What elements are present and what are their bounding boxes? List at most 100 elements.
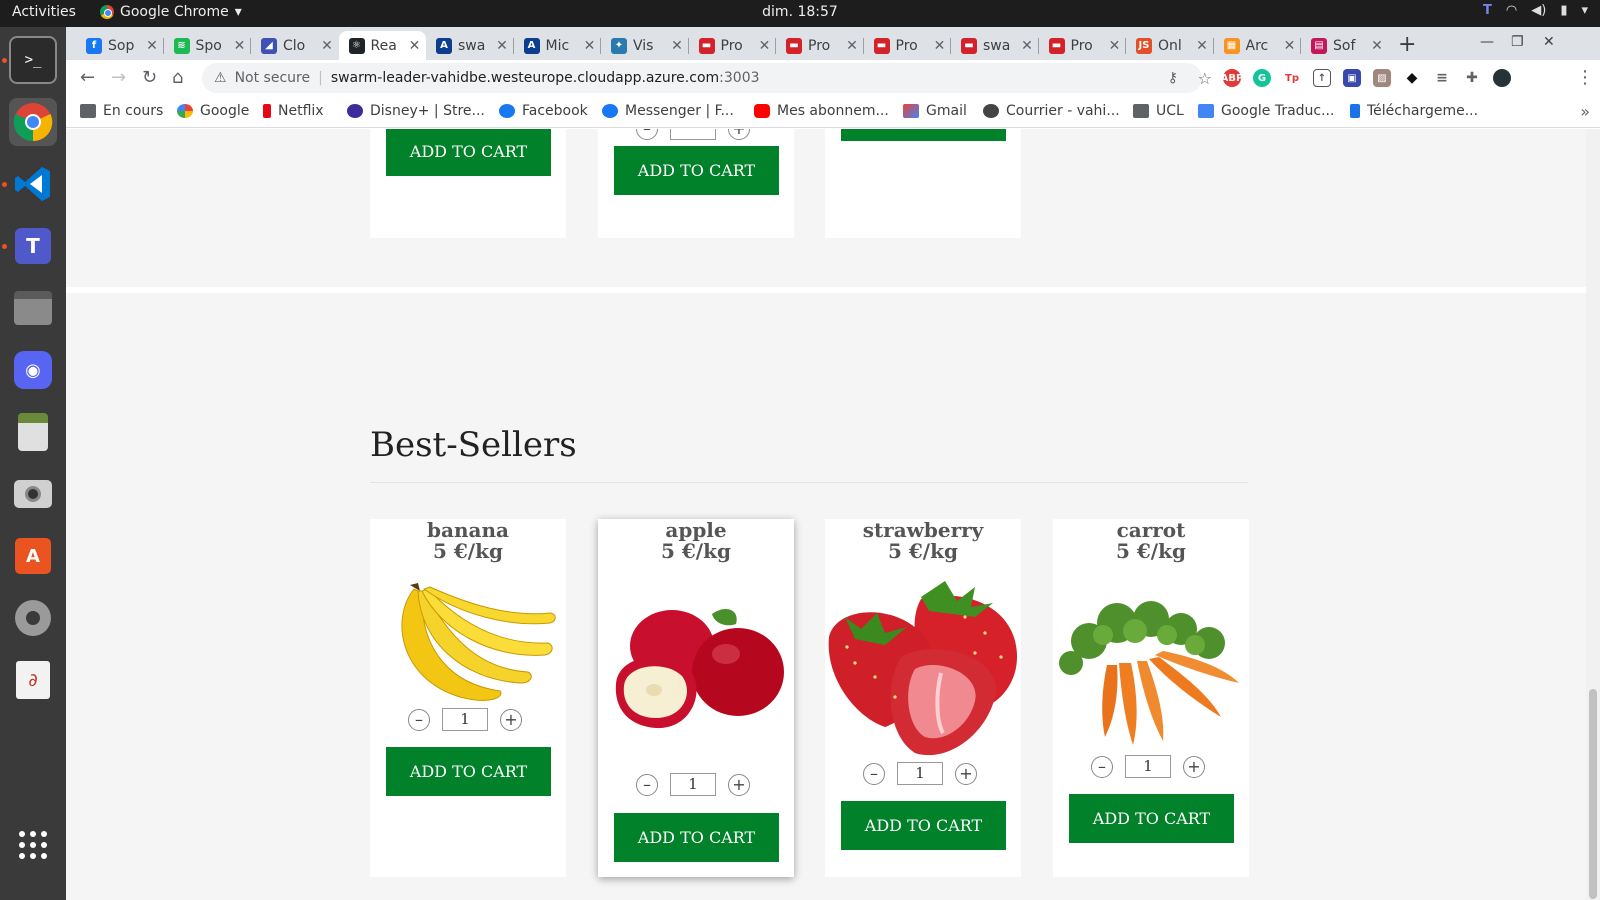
- decrement-button[interactable]: –: [636, 129, 658, 140]
- tab-4[interactable]: Aswa ✕: [426, 31, 513, 60]
- decrement-button[interactable]: –: [863, 762, 885, 785]
- app-menu[interactable]: Google Chrome ▾: [100, 4, 242, 20]
- minimize-icon[interactable]: —: [1480, 34, 1494, 50]
- add-to-cart-button[interactable]: ADD TO CART: [614, 146, 779, 195]
- sliders-extension-icon[interactable]: ≡: [1433, 69, 1451, 87]
- tab-close-icon[interactable]: ✕: [1368, 38, 1386, 54]
- decrement-button[interactable]: –: [1091, 755, 1113, 778]
- tab-close-icon[interactable]: ✕: [1018, 38, 1036, 54]
- tab-1[interactable]: ≋ Spo ✕: [164, 31, 251, 60]
- quantity-stepper[interactable]: – 1 +: [1091, 755, 1205, 778]
- grammarly-icon[interactable]: G: [1253, 69, 1271, 87]
- close-window-icon[interactable]: ✕: [1543, 34, 1555, 50]
- terminal-icon[interactable]: >_: [9, 36, 57, 84]
- restore-icon[interactable]: ❐: [1511, 34, 1524, 50]
- upload-extension-icon[interactable]: ↑: [1313, 69, 1331, 87]
- chrome-menu-icon[interactable]: ⋮: [1576, 67, 1594, 88]
- key-icon[interactable]: ⚷: [1168, 70, 1178, 86]
- security-label[interactable]: Not secure: [235, 70, 311, 86]
- increment-button[interactable]: +: [1183, 755, 1205, 778]
- home-icon[interactable]: ⌂: [172, 67, 183, 88]
- bookmark-item[interactable]: UCL: [1133, 103, 1184, 119]
- quantity-stepper[interactable]: – 1 +: [408, 708, 522, 731]
- bookmark-item[interactable]: Mes abonnem...: [754, 103, 889, 119]
- url-text[interactable]: swarm-leader-vahidbe.westeurope.cloudapp…: [331, 70, 719, 86]
- bookmark-item[interactable]: Courrier - vahi...: [983, 103, 1120, 119]
- tab-12[interactable]: JS Onl ✕: [1126, 31, 1213, 60]
- quantity-stepper[interactable]: – +: [636, 129, 750, 140]
- tab-close-icon[interactable]: ✕: [931, 38, 949, 54]
- bookmark-item[interactable]: Google: [177, 103, 249, 119]
- battery-icon[interactable]: ▮: [1560, 3, 1567, 18]
- tab-close-icon[interactable]: ✕: [668, 38, 686, 54]
- more-bookmarks-icon[interactable]: »: [1580, 102, 1590, 121]
- bookmark-item[interactable]: En cours: [80, 103, 163, 119]
- tab-8[interactable]: ▬ Pro ✕: [776, 31, 863, 60]
- calculator-icon[interactable]: [9, 408, 57, 456]
- quantity-input[interactable]: 1: [897, 762, 943, 785]
- tab-close-icon[interactable]: ✕: [318, 38, 336, 54]
- screen-extension-icon[interactable]: ▣: [1343, 69, 1361, 87]
- quantity-input[interactable]: 1: [670, 773, 716, 796]
- bookmark-item[interactable]: Facebook: [499, 103, 588, 119]
- discord-icon[interactable]: ◉: [9, 346, 57, 394]
- fish-extension-icon[interactable]: ◆: [1403, 69, 1421, 87]
- decrement-button[interactable]: –: [636, 773, 658, 796]
- teams-tray-icon[interactable]: T: [1483, 3, 1492, 18]
- system-tray[interactable]: T ◠ ◀) ▮ ▾: [1483, 3, 1588, 18]
- tab-close-icon[interactable]: ✕: [581, 38, 599, 54]
- bookmark-item[interactable]: Gmail: [903, 103, 967, 119]
- power-menu-icon[interactable]: ▾: [1581, 3, 1588, 18]
- add-to-cart-button[interactable]: ADD TO CART: [841, 801, 1006, 850]
- tab-13[interactable]: ▦ Arc ✕: [1214, 31, 1301, 60]
- quantity-input[interactable]: 1: [442, 708, 488, 731]
- page-scrollbar[interactable]: [1586, 129, 1600, 900]
- bookmark-item[interactable]: Messenger | F...: [602, 103, 734, 119]
- quantity-stepper[interactable]: – 1 +: [863, 762, 977, 785]
- adblock-icon[interactable]: ABP: [1221, 69, 1243, 87]
- wifi-icon[interactable]: ◠: [1506, 3, 1517, 18]
- address-bar[interactable]: ⚠ Not secure | swarm-leader-vahidbe.west…: [202, 63, 1212, 93]
- tab-14[interactable]: ▤ Sof ✕: [1301, 31, 1388, 60]
- url-port[interactable]: :3003: [719, 70, 759, 86]
- tp-extension-icon[interactable]: Tp: [1283, 69, 1301, 87]
- vscode-icon[interactable]: [9, 160, 57, 208]
- increment-button[interactable]: +: [500, 708, 522, 731]
- bookmark-star-icon[interactable]: ☆: [1198, 69, 1212, 88]
- tab-9[interactable]: ▬ Pro ✕: [864, 31, 951, 60]
- volume-icon[interactable]: ◀): [1531, 3, 1546, 18]
- tab-6[interactable]: ✦ Vis ✕: [601, 31, 688, 60]
- new-tab-button[interactable]: +: [1398, 32, 1416, 57]
- back-icon[interactable]: ←: [80, 67, 95, 88]
- tab-close-icon[interactable]: ✕: [1106, 38, 1124, 54]
- tab-2[interactable]: ◢ Clo ✕: [251, 31, 338, 60]
- decrement-button[interactable]: –: [408, 708, 430, 731]
- tab-7[interactable]: ▬ Pro ✕: [689, 31, 776, 60]
- warning-icon[interactable]: ⚠: [214, 70, 227, 86]
- tab-close-icon[interactable]: ✕: [756, 38, 774, 54]
- quantity-stepper[interactable]: – 1 +: [636, 773, 750, 796]
- tab-3[interactable]: ⚛ Rea ✕: [338, 31, 426, 60]
- tab-close-icon[interactable]: ✕: [1193, 38, 1211, 54]
- teams-icon[interactable]: T: [9, 222, 57, 270]
- forward-icon[interactable]: →: [111, 67, 126, 88]
- chrome-dock-icon[interactable]: [9, 98, 57, 146]
- tab-0[interactable]: f Sop ✕: [76, 31, 163, 60]
- show-applications-icon[interactable]: [9, 821, 57, 869]
- add-to-cart-button[interactable]: ADD TO CART: [614, 813, 779, 862]
- tab-5[interactable]: A Mic ✕: [514, 31, 601, 60]
- bookmark-item[interactable]: Téléchargeme...: [1350, 103, 1478, 119]
- increment-button[interactable]: +: [728, 773, 750, 796]
- software-center-icon[interactable]: A: [9, 532, 57, 580]
- tab-close-icon[interactable]: ✕: [1281, 38, 1299, 54]
- tab-close-icon[interactable]: ✕: [406, 38, 424, 54]
- tab-close-icon[interactable]: ✕: [843, 38, 861, 54]
- add-to-cart-button[interactable]: ADD TO CART: [1069, 794, 1234, 843]
- add-to-cart-button[interactable]: [841, 129, 1006, 141]
- quantity-input[interactable]: [670, 129, 716, 140]
- increment-button[interactable]: +: [955, 762, 977, 785]
- tab-11[interactable]: ▬ Pro ✕: [1039, 31, 1126, 60]
- profile-avatar[interactable]: [1493, 69, 1511, 87]
- scrollbar-thumb[interactable]: [1589, 689, 1597, 899]
- camera-icon[interactable]: [9, 470, 57, 518]
